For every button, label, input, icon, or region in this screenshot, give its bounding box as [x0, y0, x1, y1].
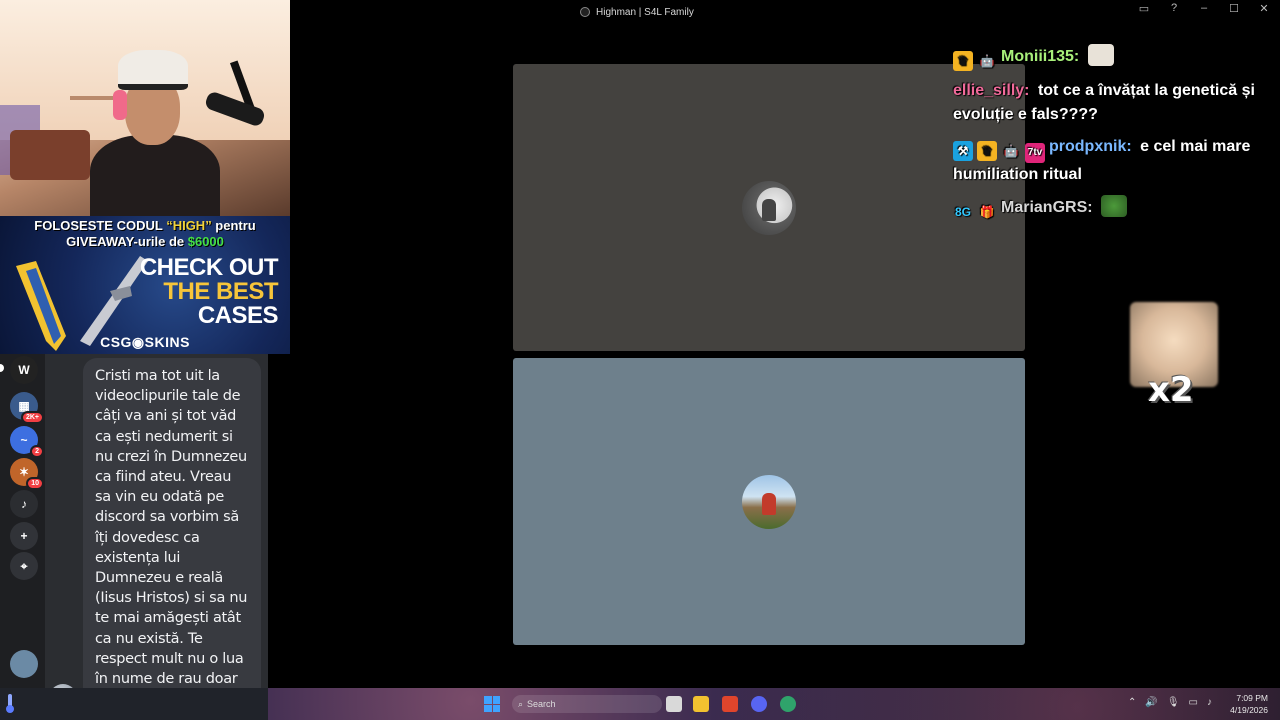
message-panel: Cristi ma tot uit la videoclipurile tale… [45, 354, 268, 720]
active-server-indicator [0, 364, 4, 372]
server-blue[interactable]: ~2 [10, 426, 44, 458]
hammer-badge-icon: ⚒ [953, 141, 973, 161]
discord-icon[interactable] [751, 696, 767, 712]
chat-username: MarianGRS: [1001, 199, 1093, 216]
volume-icon[interactable]: ♪ [1207, 697, 1212, 708]
clock-time: 7:09 PM [1236, 693, 1268, 703]
robot-badge-icon: 🤖 [1003, 144, 1019, 158]
server-rail: W ▦ 2K+ ~2 ✶ 10 ♪ + ⌖ [0, 354, 45, 688]
chat-message: 8G 🎁 MarianGRS: [953, 195, 1278, 222]
window-title: Highman | S4L Family [596, 6, 694, 18]
crown-badge-icon: ♛ [953, 51, 973, 71]
start-button[interactable] [484, 696, 500, 712]
server-music[interactable]: ♪ [10, 490, 38, 518]
message-bubble: Cristi ma tot uit la videoclipurile tale… [83, 358, 261, 720]
microphone-icon[interactable]: 🎙 [1167, 697, 1180, 708]
sponsor-logo: CSG◉SKINS [100, 334, 190, 350]
gift-badge-icon: 🎁 [979, 205, 995, 219]
cta-text: CHECK OUT THE BEST CASES [139, 254, 279, 329]
clock-date: 4/19/2026 [1230, 705, 1268, 715]
chat-message: ⚒ ♛ 🤖 7tv prodpxnik: e cel mai mare humiliat… [953, 135, 1278, 187]
streamer [85, 40, 220, 216]
server-w[interactable]: W [10, 356, 38, 384]
display-icon[interactable]: ▭ [1189, 697, 1198, 708]
server-fire[interactable]: ✶ 10 [10, 458, 44, 490]
user-avatar[interactable] [10, 650, 38, 678]
weather-widget[interactable] [4, 692, 44, 718]
add-server-button[interactable]: + [10, 522, 38, 550]
file-explorer-icon[interactable] [666, 696, 682, 712]
cat-emote-icon [1087, 44, 1114, 66]
7tv-badge-icon: 7tv [1025, 143, 1045, 163]
participant-avatar [742, 475, 796, 529]
sponsor-banner: FOLOSESTE CODUL “HIGH” pentru GIVEAWAY-u… [0, 216, 290, 354]
robot-badge-icon: 🤖 [979, 54, 995, 68]
folder-icon[interactable] [693, 696, 709, 712]
search-icon: ⌕ [518, 698, 524, 709]
taskbar-clock[interactable]: 7:09 PM 4/19/2026 [1230, 692, 1268, 716]
taskbar-search[interactable]: ⌕ Search [512, 695, 662, 713]
promo-text: FOLOSESTE CODUL “HIGH” pentru GIVEAWAY-u… [34, 218, 256, 249]
combo-count: x2 [1148, 370, 1194, 410]
chat-username: ellie_silly: [953, 82, 1030, 99]
brave-browser-icon[interactable] [722, 696, 738, 712]
system-tray: ⌃ 🔊 🎙 ▭ ♪ [1128, 697, 1212, 708]
thermometer-icon [6, 694, 14, 713]
participant-avatar [742, 181, 796, 235]
crown-badge-icon: ♛ [977, 141, 997, 161]
explore-button[interactable]: ⌖ [10, 552, 38, 580]
chevron-up-icon[interactable]: ⌃ [1128, 697, 1136, 708]
tag-badge-icon: 8G [954, 205, 971, 219]
stream-chat-overlay: ♛ 🤖 Moniii135: ellie_silly: tot ce a învăț… [953, 0, 1278, 230]
chat-message: ellie_silly: tot ce a învățat la genetic… [953, 79, 1278, 127]
window-title-bar: Highman | S4L Family [580, 4, 694, 20]
call-tile-2[interactable] [513, 358, 1025, 645]
call-tile-1[interactable] [513, 64, 1025, 351]
emote-combo: x2 [1130, 302, 1218, 412]
chat-username: Moniii135: [1001, 48, 1080, 65]
server-folder[interactable]: ▦ 2K+ [10, 392, 44, 424]
speaker-icon[interactable]: 🔊 [1145, 697, 1157, 708]
promo-code: “HIGH” [166, 218, 212, 233]
browser-icon[interactable] [780, 696, 796, 712]
chat-message: ♛ 🤖 Moniii135: [953, 44, 1278, 71]
webcam-feed [0, 0, 290, 216]
pepe-emote-icon [1101, 195, 1128, 217]
giveaway-amount: $6000 [187, 234, 224, 249]
server-icon [580, 7, 590, 17]
chat-username: prodpxnik: [1049, 138, 1132, 155]
